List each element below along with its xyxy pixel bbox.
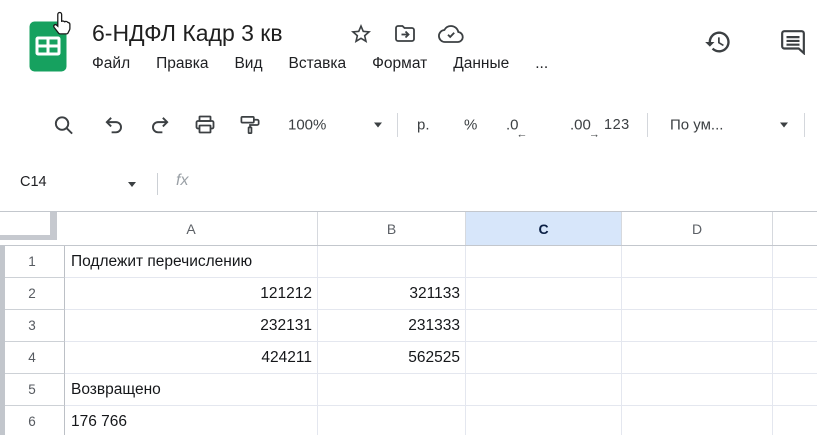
table-row: 2 121212 321133 xyxy=(0,278,817,310)
cell-A4[interactable]: 424211 xyxy=(65,342,318,374)
row-header-1[interactable]: 1 xyxy=(0,246,65,278)
google-sheets-app: 6-НДФЛ Кадр 3 кв xyxy=(0,0,817,435)
menu-view[interactable]: Вид xyxy=(234,55,262,73)
cell-E5[interactable] xyxy=(773,374,817,406)
chevron-down-icon[interactable] xyxy=(128,182,136,187)
table-row: 6 176 766 xyxy=(0,406,817,435)
arrow-left-icon: ← xyxy=(517,129,528,141)
zoom-select[interactable]: 100% xyxy=(288,117,382,134)
version-history-icon[interactable] xyxy=(704,28,732,56)
formula-bar: C14 fx xyxy=(0,160,817,211)
menu-file[interactable]: Файл xyxy=(92,55,130,73)
column-header-d[interactable]: D xyxy=(622,212,773,245)
increase-decimals-label: .00 xyxy=(570,117,591,134)
fx-icon: fx xyxy=(176,172,188,190)
cell-B4[interactable]: 562525 xyxy=(318,342,466,374)
cell-C1[interactable] xyxy=(466,246,622,278)
table-row: 3 232131 231333 xyxy=(0,310,817,342)
cell-D3[interactable] xyxy=(622,310,773,342)
currency-format-button[interactable]: р. xyxy=(417,117,430,134)
cell-E1[interactable] xyxy=(773,246,817,278)
select-all-corner-box xyxy=(0,212,57,240)
column-headers: A B C D xyxy=(65,212,817,246)
font-name: По ум... xyxy=(670,117,723,134)
more-number-formats-button[interactable]: 123 xyxy=(604,117,630,133)
formula-bar-divider xyxy=(157,173,158,195)
cell-E4[interactable] xyxy=(773,342,817,374)
toolbar-divider xyxy=(647,113,648,137)
menu-insert[interactable]: Вставка xyxy=(289,55,347,73)
table-row: 1 Подлежит перечислению xyxy=(0,246,817,278)
column-header-b[interactable]: B xyxy=(318,212,466,245)
percent-format-button[interactable]: % xyxy=(464,117,477,134)
select-all-corner[interactable] xyxy=(0,212,65,246)
print-icon[interactable] xyxy=(193,113,217,137)
cell-A6[interactable]: 176 766 xyxy=(65,406,318,435)
menu-data[interactable]: Данные xyxy=(453,55,509,73)
column-header-a[interactable]: A xyxy=(65,212,318,245)
cell-C4[interactable] xyxy=(466,342,622,374)
cell-C6[interactable] xyxy=(466,406,622,435)
comments-icon[interactable] xyxy=(780,29,806,55)
increase-decimals-button[interactable]: .00→ xyxy=(570,117,591,134)
cell-D6[interactable] xyxy=(622,406,773,435)
cell-E3[interactable] xyxy=(773,310,817,342)
left-edge-strip xyxy=(0,246,5,435)
move-folder-icon[interactable] xyxy=(392,22,418,46)
cell-D2[interactable] xyxy=(622,278,773,310)
name-box[interactable]: C14 xyxy=(20,174,47,190)
row-header-4[interactable]: 4 xyxy=(0,342,65,374)
star-icon[interactable] xyxy=(349,22,373,46)
cell-D4[interactable] xyxy=(622,342,773,374)
row-header-3[interactable]: 3 xyxy=(0,310,65,342)
mouse-hand-cursor xyxy=(51,11,73,37)
row-header-2[interactable]: 2 xyxy=(0,278,65,310)
spreadsheet-grid: A B C D 1 Подлежит перечислению 2 121212… xyxy=(0,211,817,435)
cell-A3[interactable]: 232131 xyxy=(65,310,318,342)
paint-format-icon[interactable] xyxy=(239,114,262,137)
toolbar-divider xyxy=(804,113,805,137)
row-header-5[interactable]: 5 xyxy=(0,374,65,406)
search-icon[interactable] xyxy=(52,114,75,137)
chevron-down-icon xyxy=(780,123,788,128)
cell-B2[interactable]: 321133 xyxy=(318,278,466,310)
cell-D5[interactable] xyxy=(622,374,773,406)
chevron-down-icon xyxy=(374,123,382,128)
table-row: 4 424211 562525 xyxy=(0,342,817,374)
cell-C2[interactable] xyxy=(466,278,622,310)
cell-D1[interactable] xyxy=(622,246,773,278)
decrease-decimals-button[interactable]: .0← xyxy=(506,117,519,134)
cell-B3[interactable]: 231333 xyxy=(318,310,466,342)
cloud-saved-icon[interactable] xyxy=(437,22,465,46)
row-header-6[interactable]: 6 xyxy=(0,406,65,435)
arrow-right-icon: → xyxy=(589,129,600,141)
cell-E2[interactable] xyxy=(773,278,817,310)
menu-format[interactable]: Формат xyxy=(372,55,427,73)
cell-E6[interactable] xyxy=(773,406,817,435)
cell-A1[interactable]: Подлежит перечислению xyxy=(65,246,318,278)
cell-A2[interactable]: 121212 xyxy=(65,278,318,310)
cell-B6[interactable] xyxy=(318,406,466,435)
font-select[interactable]: По ум... xyxy=(670,117,788,134)
menu-more[interactable]: ... xyxy=(535,55,548,73)
cell-B1[interactable] xyxy=(318,246,466,278)
table-row: 5 Возвращено xyxy=(0,374,817,406)
cell-C3[interactable] xyxy=(466,310,622,342)
toolbar: 100% р. % .0← .00→ 123 По ум... xyxy=(0,100,817,150)
undo-icon[interactable] xyxy=(103,114,126,137)
redo-icon[interactable] xyxy=(148,114,171,137)
toolbar-divider xyxy=(397,113,398,137)
cell-C5[interactable] xyxy=(466,374,622,406)
column-header-e[interactable] xyxy=(773,212,817,245)
column-header-c-selected[interactable]: C xyxy=(466,212,622,245)
zoom-value: 100% xyxy=(288,117,326,134)
cell-A5[interactable]: Возвращено xyxy=(65,374,318,406)
cell-B5[interactable] xyxy=(318,374,466,406)
menu-bar: Файл Правка Вид Вставка Формат Данные ..… xyxy=(92,55,548,73)
grid-body: 1 Подлежит перечислению 2 121212 321133 … xyxy=(0,246,817,435)
menu-edit[interactable]: Правка xyxy=(156,55,208,73)
document-title[interactable]: 6-НДФЛ Кадр 3 кв xyxy=(92,20,283,47)
